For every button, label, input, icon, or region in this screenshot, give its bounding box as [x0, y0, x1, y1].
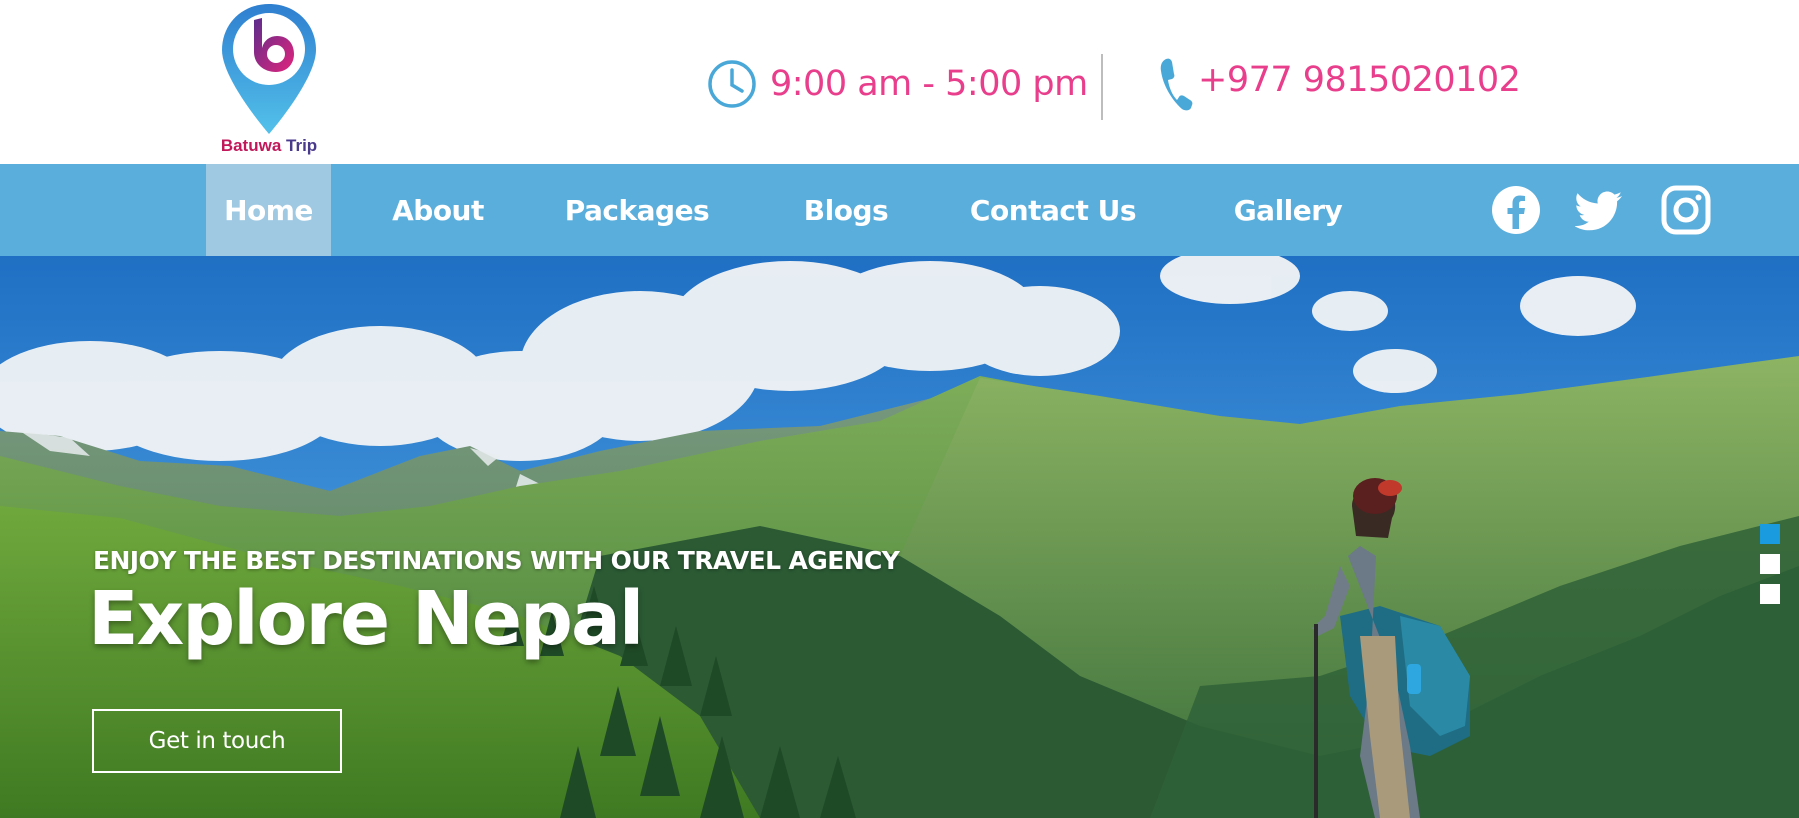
phone-contact[interactable]: +977 9815020102 — [1158, 54, 1521, 114]
brand-logo[interactable]: Batuwa Trip — [206, 0, 332, 164]
clock-icon — [708, 60, 756, 108]
hero-title: Explore Nepal — [88, 576, 644, 662]
slide-indicator-1[interactable] — [1760, 524, 1780, 544]
nav-blogs[interactable]: Blogs — [790, 164, 902, 256]
twitter-icon — [1575, 191, 1622, 231]
nav-home[interactable]: Home — [206, 164, 331, 256]
nav-packages[interactable]: Packages — [553, 164, 721, 256]
instagram-icon — [1661, 185, 1711, 235]
slide-indicator-2[interactable] — [1760, 554, 1780, 574]
hero-banner: ENJOY THE BEST DESTINATIONS WITH OUR TRA… — [0, 256, 1799, 818]
facebook-link[interactable] — [1490, 164, 1542, 256]
main-navbar: Home About Packages Blogs Contact Us Gal… — [0, 164, 1799, 256]
business-hours: 9:00 am - 5:00 pm — [706, 54, 1088, 114]
facebook-icon — [1492, 186, 1540, 234]
header-divider — [1101, 54, 1103, 120]
hero-subtitle: ENJOY THE BEST DESTINATIONS WITH OUR TRA… — [93, 546, 900, 575]
slide-indicator-3[interactable] — [1760, 584, 1780, 604]
hours-text: 9:00 am - 5:00 pm — [770, 64, 1088, 104]
phone-number[interactable]: +977 9815020102 — [1198, 60, 1521, 100]
phone-icon — [1160, 58, 1193, 111]
nav-gallery[interactable]: Gallery — [1224, 164, 1352, 256]
get-in-touch-button[interactable]: Get in touch — [92, 709, 342, 773]
nav-contact-us[interactable]: Contact Us — [962, 164, 1144, 256]
brand-name: Batuwa Trip — [220, 136, 318, 155]
instagram-link[interactable] — [1660, 164, 1712, 256]
nav-about[interactable]: About — [376, 164, 500, 256]
twitter-link[interactable] — [1574, 164, 1626, 256]
location-pin-logo-icon — [222, 4, 316, 134]
top-header: Batuwa Trip 9:00 am - 5:00 pm +977 98150… — [0, 0, 1799, 164]
